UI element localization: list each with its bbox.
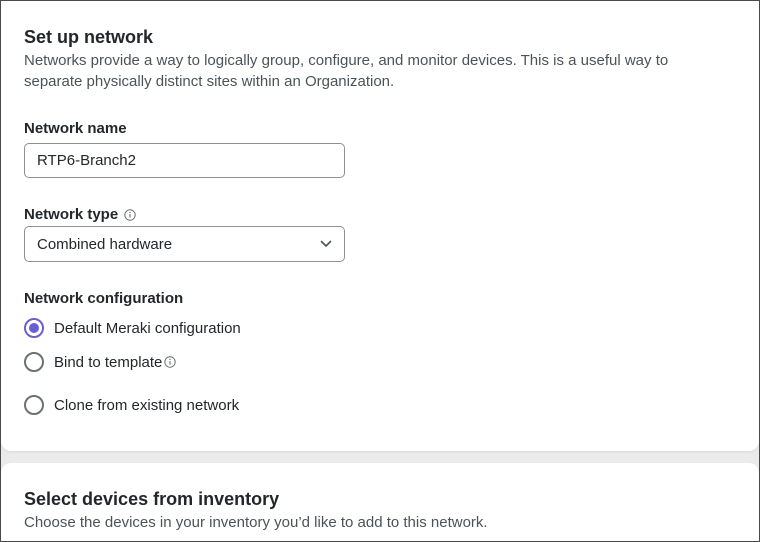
- chevron-down-icon: [320, 235, 332, 253]
- network-name-label-text: Network name: [24, 120, 127, 137]
- select-devices-title: Select devices from inventory: [24, 489, 280, 509]
- radio-bind-to-template[interactable]: Bind to template: [24, 352, 177, 372]
- radio-dot: [29, 323, 39, 333]
- page-frame: Set up network Networks provide a way to…: [0, 0, 760, 542]
- info-icon[interactable]: [164, 356, 177, 368]
- radio-label: Default Meraki configuration: [54, 319, 241, 337]
- info-icon[interactable]: [124, 208, 136, 221]
- radio-label: Bind to template: [54, 353, 163, 371]
- setup-network-description: Networks provide a way to logically grou…: [24, 52, 669, 90]
- network-type-label: Network type: [24, 206, 136, 223]
- radio-label-wrap: Bind to template: [54, 353, 177, 371]
- network-type-label-text: Network type: [24, 206, 119, 223]
- setup-network-card: Set up network Networks provide a way to…: [1, 1, 759, 451]
- radio-button-checked[interactable]: [24, 318, 44, 338]
- setup-network-title: Set up network: [24, 27, 154, 47]
- network-type-selected-value: Combined hardware: [37, 235, 173, 253]
- network-type-select[interactable]: Combined hardware: [24, 226, 345, 262]
- radio-clone-from-existing-network[interactable]: Clone from existing network: [24, 395, 239, 415]
- network-configuration-label-text: Network configuration: [24, 290, 184, 307]
- network-name-input[interactable]: [24, 143, 345, 178]
- select-devices-card: Select devices from inventory Choose the…: [1, 463, 759, 541]
- network-name-label: Network name: [24, 120, 127, 137]
- radio-button[interactable]: [24, 352, 44, 372]
- select-devices-description: Choose the devices in your inventory you…: [24, 514, 488, 531]
- radio-default-meraki-configuration[interactable]: Default Meraki configuration: [24, 318, 241, 338]
- radio-button[interactable]: [24, 395, 44, 415]
- network-configuration-label: Network configuration: [24, 290, 183, 307]
- radio-label: Clone from existing network: [54, 396, 240, 414]
